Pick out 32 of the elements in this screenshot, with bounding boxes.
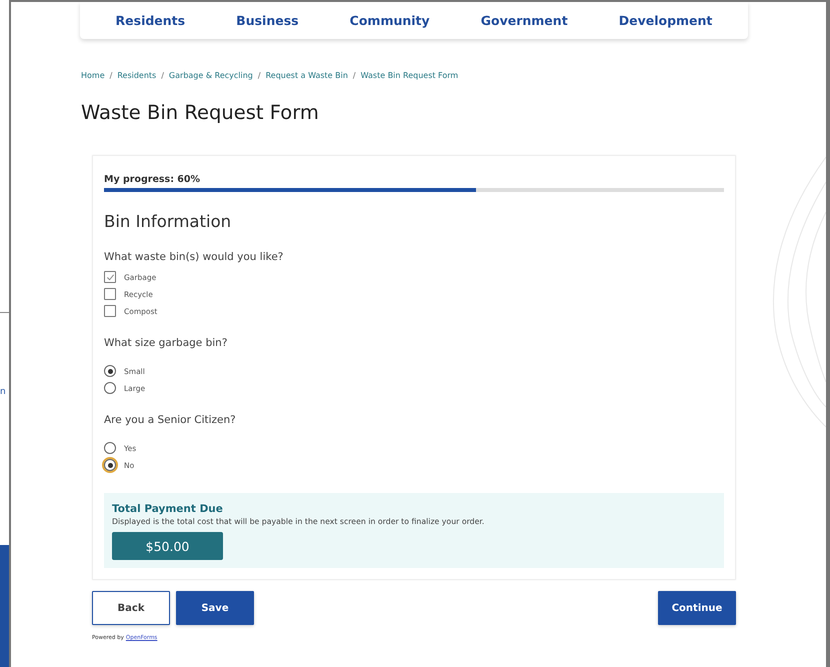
radio-button[interactable] [104, 382, 116, 394]
nav-link[interactable]: Residents [116, 13, 186, 28]
breadcrumb-separator: / [352, 71, 356, 80]
progress-label: My progress: 60% [104, 174, 202, 185]
breadcrumb-link[interactable]: Residents [117, 71, 156, 80]
breadcrumb-separator: / [110, 71, 112, 80]
question-label: What size garbage bin? [104, 337, 228, 349]
form-button[interactable]: Back [92, 591, 170, 625]
nav-link[interactable]: Development [618, 13, 712, 28]
breadcrumb-link[interactable]: Garbage & Recycling [168, 71, 253, 80]
nav-link[interactable]: Business [236, 13, 299, 28]
breadcrumb-link[interactable]: Request a Waste Bin [266, 71, 348, 80]
page-title: Waste Bin Request Form [81, 101, 320, 124]
checkbox[interactable] [104, 288, 116, 300]
radio-button[interactable] [104, 442, 116, 454]
breadcrumb-separator: / [161, 71, 164, 80]
question-label: Are you a Senior Citizen? [104, 414, 237, 426]
payment-amount: $50.00 [112, 532, 223, 560]
breadcrumb-link[interactable]: Waste Bin Request Form [360, 71, 458, 80]
form-button[interactable]: Save [176, 591, 254, 625]
breadcrumb-separator: / [258, 71, 261, 80]
window-text: n [0, 387, 7, 399]
question-label: What waste bin(s) would you like? [104, 251, 284, 263]
payment-title: Total Payment Due [112, 503, 224, 515]
checkbox[interactable] [104, 271, 116, 283]
form-button[interactable]: Continue [658, 591, 736, 625]
checkbox[interactable] [104, 305, 116, 317]
section-title: Bin Information [104, 212, 232, 231]
nav-link[interactable]: Government [480, 13, 568, 28]
breadcrumb-link[interactable]: Home [81, 71, 105, 80]
radio-button[interactable] [104, 365, 116, 377]
nav-link[interactable]: Community [350, 13, 430, 28]
